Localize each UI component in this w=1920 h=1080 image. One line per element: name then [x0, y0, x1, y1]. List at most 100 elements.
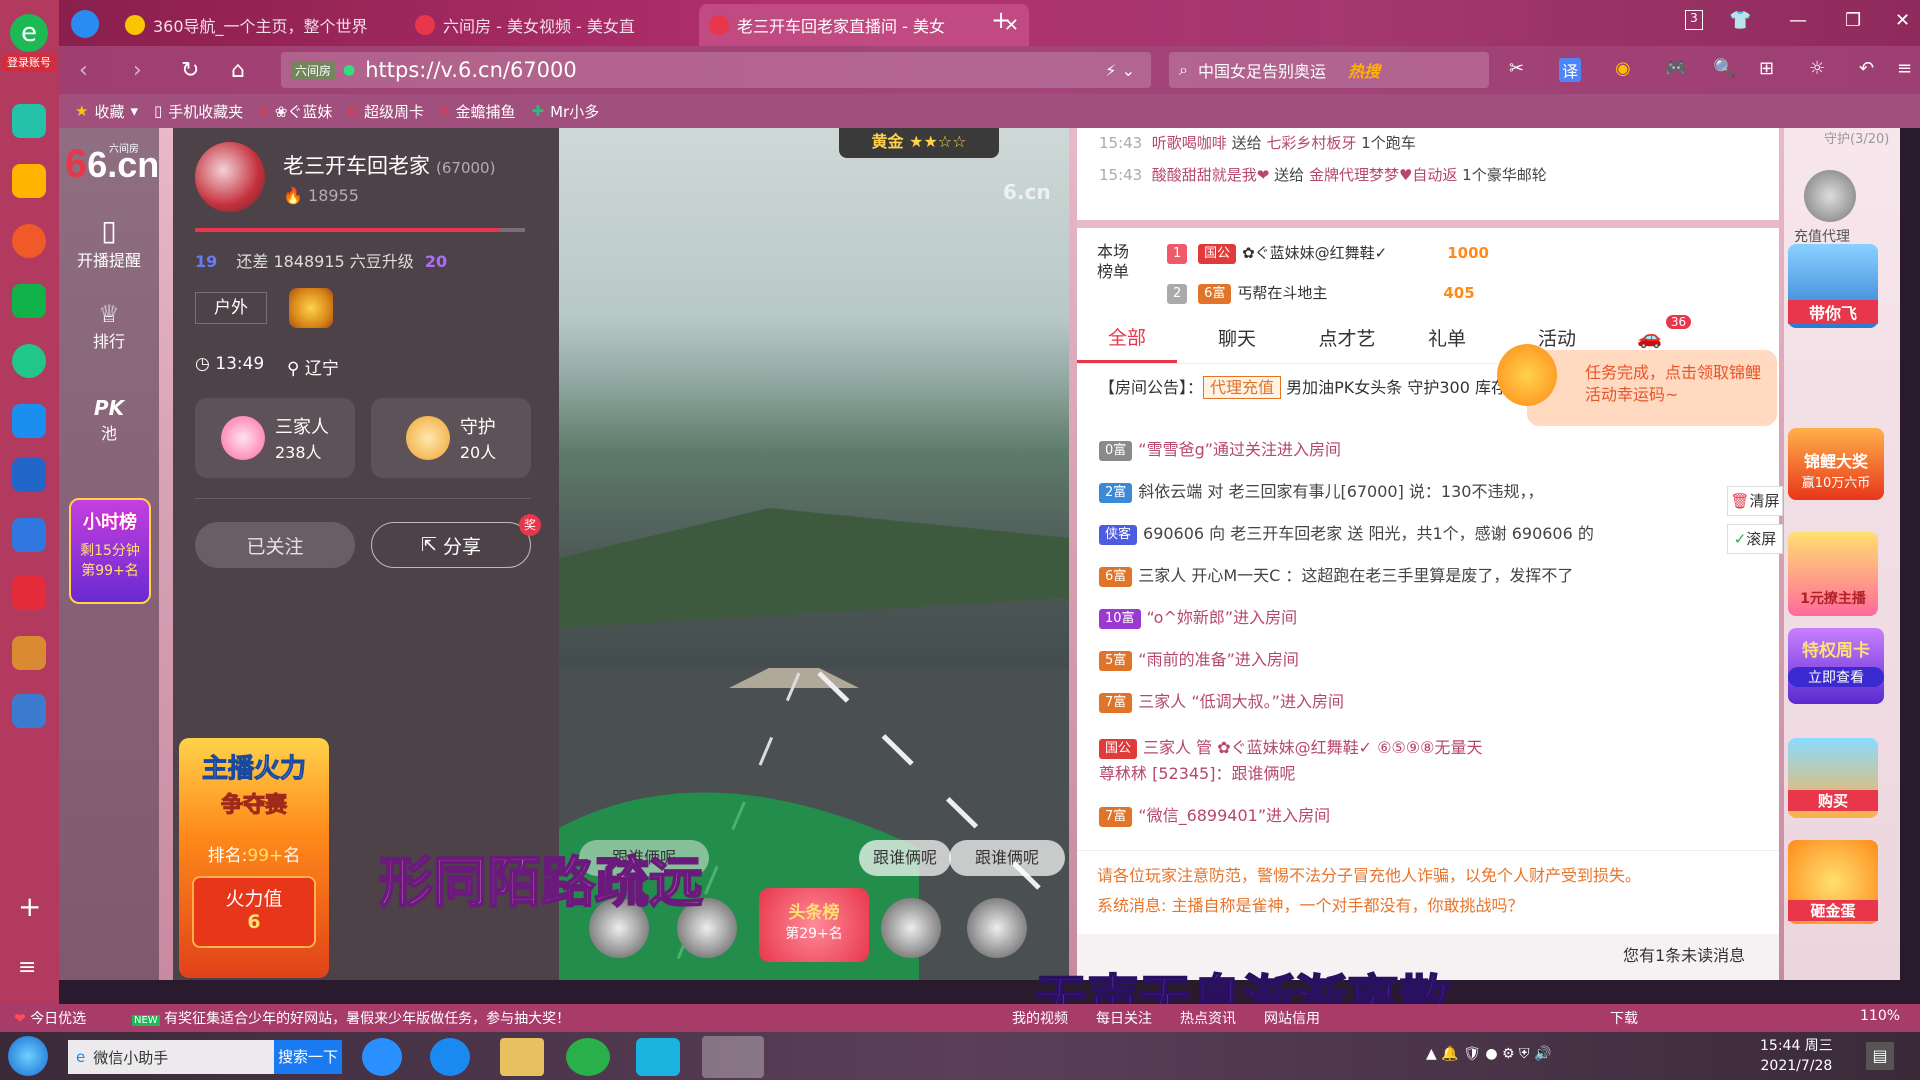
taskbar-search-text[interactable]: 微信小助手 [93, 1047, 168, 1068]
url-text[interactable]: https://v.6.cn/67000 [365, 58, 577, 82]
share-button[interactable]: ⇱ 分享 [371, 522, 531, 568]
tab-6cn[interactable]: 六间房 - 美女视频 - 美女直 [405, 4, 705, 46]
k-app-icon[interactable] [362, 1038, 402, 1076]
folder-icon[interactable] [500, 1038, 544, 1076]
golden-egg-promo[interactable]: 砸金蛋 [1788, 840, 1878, 924]
one-yuan-promo[interactable]: 1元撩主播 [1788, 532, 1878, 616]
p-app-icon[interactable] [12, 404, 46, 438]
bookmark-mobile[interactable]: ▯ 手机收藏夹 [154, 101, 243, 122]
more-menu-icon[interactable]: ≡ [1897, 58, 1912, 79]
forward-icon[interactable]: › [133, 58, 142, 83]
mail-icon[interactable] [12, 284, 46, 318]
brightness-icon[interactable]: ☼ [1809, 58, 1825, 79]
scroll-lock-button[interactable]: ✓滚屏 [1727, 524, 1783, 554]
task-tooltip[interactable]: 任务完成，点击领取锦鲤活动幸运码~ [1527, 350, 1777, 426]
restore-icon[interactable]: ❐ [1845, 10, 1861, 31]
guard-avatar[interactable] [1804, 170, 1856, 222]
redbook-icon[interactable] [12, 576, 46, 610]
shirt-icon[interactable]: 👕 [1729, 10, 1751, 31]
follow-button[interactable]: 已关注 [195, 522, 355, 568]
360-browser-icon[interactable] [566, 1038, 610, 1076]
zoom-level[interactable]: 110% [1860, 1008, 1900, 1024]
family-card[interactable]: 三家人 238人 [195, 398, 355, 478]
daily-follow-link[interactable]: 每日关注 [1096, 1008, 1152, 1028]
player-icon[interactable] [636, 1038, 680, 1076]
bookmark-mr[interactable]: ✚ Mr小多 [532, 101, 600, 122]
my-video-link[interactable]: 我的视频 [1012, 1008, 1068, 1028]
star-icon[interactable] [12, 164, 46, 198]
weibo-icon[interactable] [12, 224, 46, 258]
tab-gift-list[interactable]: 礼单 [1397, 324, 1497, 363]
tab-all[interactable]: 全部 [1077, 323, 1177, 363]
tab-live-room[interactable]: 老三开车回老家直播间 - 美女 ✕ [699, 4, 1029, 46]
add-icon[interactable]: + [18, 890, 41, 923]
hot-news-link[interactable]: 热点资讯 [1180, 1008, 1236, 1028]
bookmark-lanmei[interactable]: 6 ❀ぐ蓝妹 [259, 101, 332, 122]
tray-icons[interactable]: ▲ 🔔 🛡 ● ⚙ ⛨ 🔊 [1426, 1046, 1551, 1062]
browser-logo-icon[interactable]: e [10, 14, 48, 52]
koi-promo[interactable]: 锦鲤大奖 赢10万六币 [1788, 428, 1884, 500]
taskbar-search-button[interactable]: 搜索一下 [274, 1040, 342, 1074]
scissors-icon[interactable]: ✂ [1509, 58, 1524, 79]
clock[interactable]: 15:44 周三 2021/7/28 [1760, 1036, 1833, 1076]
mini-game-icon[interactable] [12, 694, 46, 728]
start-button-icon[interactable] [8, 1036, 48, 1076]
nav-pk[interactable]: PK 池 [59, 396, 159, 444]
news-ticker[interactable]: NEW 有奖征集适合少年的好网站，暑假来少年版做任务，参与抽大奖！ [132, 1008, 570, 1028]
tag-outdoor[interactable]: 户外 [195, 292, 267, 324]
translate-icon[interactable]: 译 [1559, 58, 1582, 82]
nav-rank[interactable]: ♕ 排行 [59, 300, 159, 352]
send-icon[interactable] [71, 10, 99, 38]
magnifier-icon[interactable]: 🔍 [1713, 58, 1735, 79]
week-card-button[interactable]: 立即查看 [1788, 667, 1884, 687]
close-window-icon[interactable]: ✕ [1895, 10, 1910, 31]
clear-screen-button[interactable]: 🗑清屏 [1727, 486, 1783, 516]
active-app-icon[interactable] [702, 1036, 764, 1078]
back-icon[interactable]: ‹ [79, 58, 88, 83]
undo-icon[interactable]: ↶ [1859, 58, 1874, 79]
hot-search-label[interactable]: 热搜 [1348, 58, 1380, 82]
rank-row[interactable]: 2 6富 丐帮在斗地主 405 [1167, 282, 1475, 304]
site-credit-link[interactable]: 网站信用 [1264, 1008, 1320, 1028]
new-tab-icon[interactable]: + [991, 6, 1011, 34]
minimize-icon[interactable]: — [1789, 10, 1807, 31]
fly-promo[interactable]: 带你飞 [1788, 244, 1878, 328]
headline-rank-badge[interactable]: 头条榜 第29+名 [759, 888, 869, 962]
menu-icon[interactable]: ≡ [18, 955, 36, 980]
gamepad-icon[interactable]: 🎮 [1665, 58, 1687, 79]
daily-pick[interactable]: ❤ 今日优选 [14, 1008, 86, 1028]
tab-360[interactable]: 360导航_一个主页，整个世界 [115, 4, 445, 46]
cloud-icon[interactable] [12, 344, 46, 378]
notification-icon[interactable]: ▤ [1866, 1042, 1894, 1070]
grid-icon[interactable]: ⊞ [1759, 58, 1774, 79]
url-bar[interactable]: 六间房 ● https://v.6.cn/67000 ⚡ ⌄ [281, 52, 1151, 88]
game-icon[interactable] [12, 636, 46, 670]
fire-contest-card[interactable]: 主播火力 争夺赛 排名:99+名 火力值 6 [179, 738, 329, 978]
download-link[interactable]: 下载 [1610, 1008, 1638, 1028]
tab-talent[interactable]: 点才艺 [1297, 324, 1397, 363]
site-logo[interactable]: 66.cn [65, 142, 159, 187]
viewer-avatar[interactable] [967, 898, 1027, 958]
ie-app-icon[interactable] [430, 1038, 470, 1076]
bookmark-weekcard[interactable]: 6 超级周卡 [348, 101, 424, 122]
rank-row[interactable]: 1 国公 ✿ぐ蓝妹妹@红舞鞋✓ 1000 [1167, 242, 1489, 264]
bookmark-favorites[interactable]: ★ 收藏 ▾ [75, 101, 138, 122]
anchor-avatar[interactable] [195, 142, 265, 212]
game-app-icon[interactable] [12, 458, 46, 492]
coin-icon[interactable]: ◉ [1615, 58, 1631, 79]
taskbar-search[interactable]: e 微信小助手 [68, 1040, 274, 1074]
viewer-avatar[interactable] [881, 898, 941, 958]
plus-app-icon[interactable] [12, 104, 46, 138]
hourly-rank-card[interactable]: 小时榜 剩15分钟 第99+名 [69, 498, 151, 604]
doc-icon[interactable] [12, 518, 46, 552]
car-icon[interactable]: 🚗 [1637, 325, 1662, 349]
bookmark-fishing[interactable]: 6 金蟾捕鱼 [440, 101, 516, 122]
notice-tag[interactable]: 代理充值 [1203, 376, 1282, 399]
guard-card[interactable]: 守护 20人 [371, 398, 531, 478]
buy-promo[interactable]: 购买 [1788, 738, 1878, 818]
search-box[interactable]: ⌕ 中国女足告别奥运 热搜 [1169, 52, 1489, 88]
home-icon[interactable]: ⌂ [231, 58, 245, 83]
unread-notice[interactable]: 您有1条未读消息 [1623, 942, 1745, 966]
search-text[interactable]: 中国女足告别奥运 [1198, 58, 1326, 82]
refresh-icon[interactable]: ↻ [181, 58, 199, 83]
